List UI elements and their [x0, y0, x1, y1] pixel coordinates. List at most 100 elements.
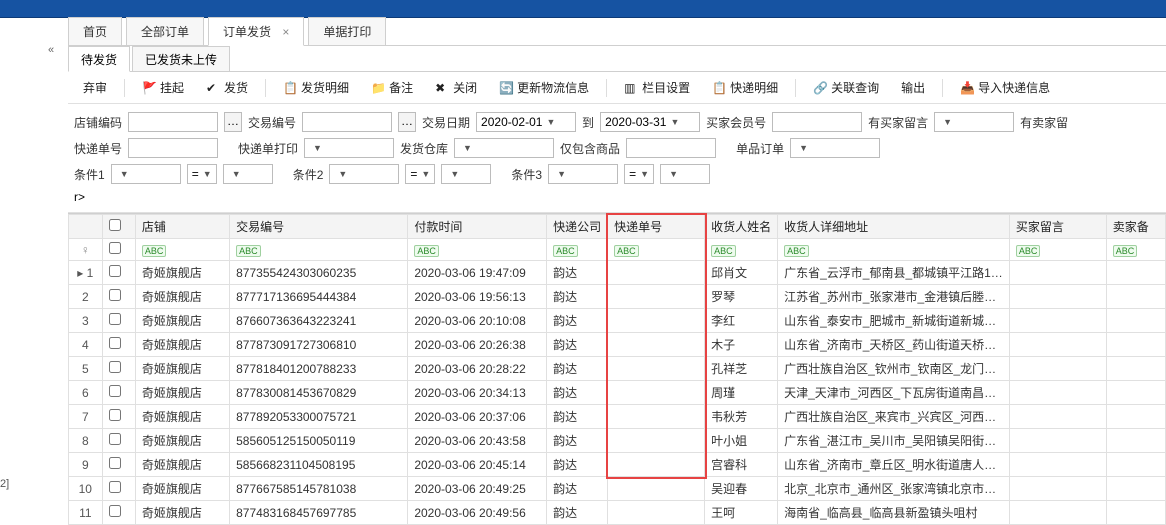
table-row[interactable]: ▸ 1奇姬旗舰店8773554243030602352020-03-06 19:…	[69, 261, 1166, 285]
tradeno-lookup-button[interactable]: …	[398, 112, 416, 132]
chevron-down-icon: ▼	[313, 143, 322, 153]
ship-detail-button[interactable]: 📋发货明细	[274, 75, 358, 100]
ship-button[interactable]: ✔发货	[197, 75, 257, 100]
col-index[interactable]	[69, 215, 103, 239]
table-row[interactable]: 5奇姬旗舰店8778184012007882332020-03-06 20:28…	[69, 357, 1166, 381]
row-checkbox[interactable]	[109, 289, 121, 301]
table-row[interactable]: 9奇姬旗舰店5856682311045081952020-03-06 20:45…	[69, 453, 1166, 477]
hasbuyermsg-combo[interactable]: ▼	[934, 112, 1014, 132]
filter-badge[interactable]: ABC	[236, 245, 261, 257]
col-trackno[interactable]: 快递单号	[608, 215, 705, 239]
col-paytime[interactable]: 付款时间	[408, 215, 547, 239]
filter-badge[interactable]: ABC	[414, 245, 439, 257]
tradedate-to[interactable]: 2020-03-31▼	[600, 112, 700, 132]
tab-all-orders[interactable]: 全部订单	[126, 17, 204, 45]
table-row[interactable]: 3奇姬旗舰店8766073636432232412020-03-06 20:10…	[69, 309, 1166, 333]
column-settings-button[interactable]: ▥栏目设置	[615, 75, 699, 100]
filter-badge[interactable]: ABC	[711, 245, 736, 257]
filter-badge[interactable]: ABC	[142, 245, 167, 257]
cond1-op[interactable]: =▼	[187, 164, 217, 184]
export-button[interactable]: 输出	[892, 75, 934, 100]
row-checkbox[interactable]	[109, 409, 121, 421]
tab-home[interactable]: 首页	[68, 17, 122, 45]
shipwh-combo[interactable]: ▼	[454, 138, 554, 158]
col-tradeno[interactable]: 交易编号	[230, 215, 408, 239]
row-checkbox[interactable]	[109, 385, 121, 397]
tab-ship-orders[interactable]: 订单发货 ×	[208, 17, 304, 46]
row-checkbox[interactable]	[109, 361, 121, 373]
onlygoods-input[interactable]	[626, 138, 716, 158]
select-all-checkbox[interactable]	[109, 219, 121, 231]
table-row[interactable]: 10奇姬旗舰店8776675851457810382020-03-06 20:4…	[69, 477, 1166, 501]
cell-sellermsg	[1106, 261, 1165, 285]
table-row[interactable]: 7奇姬旗舰店8778920533000757212020-03-06 20:37…	[69, 405, 1166, 429]
cond1-field[interactable]: ▼	[111, 164, 181, 184]
filter-badge[interactable]: ABC	[614, 245, 639, 257]
cell-courier: 韵达	[547, 381, 608, 405]
courier-detail-button[interactable]: 📋快递明细	[703, 75, 787, 100]
singleorder-combo[interactable]: ▼	[790, 138, 880, 158]
label-shopcode: 店铺编码	[74, 114, 122, 131]
buyerid-input[interactable]	[772, 112, 862, 132]
table-row[interactable]: 2奇姬旗舰店8777171366954443842020-03-06 19:56…	[69, 285, 1166, 309]
filter-panel: 店铺编码 … 交易编号 … 交易日期 2020-02-01▼ 到 2020-03…	[68, 104, 1166, 213]
close-icon[interactable]: ×	[282, 25, 289, 39]
cond2-field[interactable]: ▼	[329, 164, 399, 184]
row-checkbox[interactable]	[109, 337, 121, 349]
cond3-field[interactable]: ▼	[548, 164, 618, 184]
shopcode-lookup-button[interactable]: …	[224, 112, 242, 132]
close-button[interactable]: ✖关闭	[426, 75, 486, 100]
cond2-op[interactable]: =▼	[405, 164, 435, 184]
shopcode-input[interactable]	[128, 112, 218, 132]
col-recvaddr[interactable]: 收货人详细地址	[778, 215, 1010, 239]
orders-grid[interactable]: 店铺 交易编号 付款时间 快递公司 快递单号 收货人姓名 收货人详细地址 买家留…	[68, 213, 1166, 525]
refresh-logistics-button[interactable]: 🔄更新物流信息	[490, 75, 598, 100]
row-checkbox[interactable]	[109, 433, 121, 445]
trackno-input[interactable]	[128, 138, 218, 158]
filter-checkbox[interactable]	[109, 242, 121, 254]
row-checkbox[interactable]	[109, 481, 121, 493]
tradedate-from[interactable]: 2020-02-01▼	[476, 112, 576, 132]
col-shop[interactable]: 店铺	[135, 215, 229, 239]
cell-recvname: 孔祥芝	[705, 357, 778, 381]
cell-tradeno: 877483168457697785	[230, 501, 408, 525]
filter-badge[interactable]: ABC	[784, 245, 809, 257]
hold-button[interactable]: 🚩挂起	[133, 75, 193, 100]
import-courier-button[interactable]: 📥导入快递信息	[951, 75, 1059, 100]
filter-badge[interactable]: ABC	[1113, 245, 1138, 257]
col-courier[interactable]: 快递公司	[547, 215, 608, 239]
cond2-val[interactable]: ▼	[441, 164, 491, 184]
subtab-pending[interactable]: 待发货	[68, 46, 130, 72]
list-icon: 📋	[283, 81, 297, 95]
cell-paytime: 2020-03-06 19:47:09	[408, 261, 547, 285]
col-sellermsg[interactable]: 卖家备	[1106, 215, 1165, 239]
row-checkbox[interactable]	[109, 505, 121, 517]
row-checkbox[interactable]	[109, 457, 121, 469]
rel-query-button[interactable]: 🔗关联查询	[804, 75, 888, 100]
tab-print[interactable]: 单据打印	[308, 17, 386, 45]
row-checkbox[interactable]	[109, 313, 121, 325]
label-shipwh: 发货仓库	[400, 140, 448, 157]
table-row[interactable]: 6奇姬旗舰店8778300814536708292020-03-06 20:34…	[69, 381, 1166, 405]
cond1-val[interactable]: ▼	[223, 164, 273, 184]
col-check[interactable]	[102, 215, 135, 239]
collapse-sidebar-icon[interactable]: «	[48, 44, 54, 56]
cell-shop: 奇姬旗舰店	[135, 357, 229, 381]
row-checkbox[interactable]	[109, 265, 121, 277]
cell-buyermsg	[1009, 309, 1106, 333]
reject-button[interactable]: 弃审	[74, 75, 116, 100]
subtab-shipped-unsync[interactable]: 已发货未上传	[132, 46, 230, 71]
filter-badge[interactable]: ABC	[1016, 245, 1041, 257]
auto-filter-row[interactable]: ♀ ABC ABC ABC ABC ABC ABC ABC ABC ABC	[69, 239, 1166, 261]
col-buyermsg[interactable]: 买家留言	[1009, 215, 1106, 239]
filter-badge[interactable]: ABC	[553, 245, 578, 257]
col-recvname[interactable]: 收货人姓名	[705, 215, 778, 239]
cond3-val[interactable]: ▼	[660, 164, 710, 184]
tradeno-input[interactable]	[302, 112, 392, 132]
cond3-op[interactable]: =▼	[624, 164, 654, 184]
remark-button[interactable]: 📁备注	[362, 75, 422, 100]
table-row[interactable]: 11奇姬旗舰店8774831684576977852020-03-06 20:4…	[69, 501, 1166, 525]
printed-combo[interactable]: ▼	[304, 138, 394, 158]
table-row[interactable]: 4奇姬旗舰店8778730917273068102020-03-06 20:26…	[69, 333, 1166, 357]
table-row[interactable]: 8奇姬旗舰店5856051251500501192020-03-06 20:43…	[69, 429, 1166, 453]
